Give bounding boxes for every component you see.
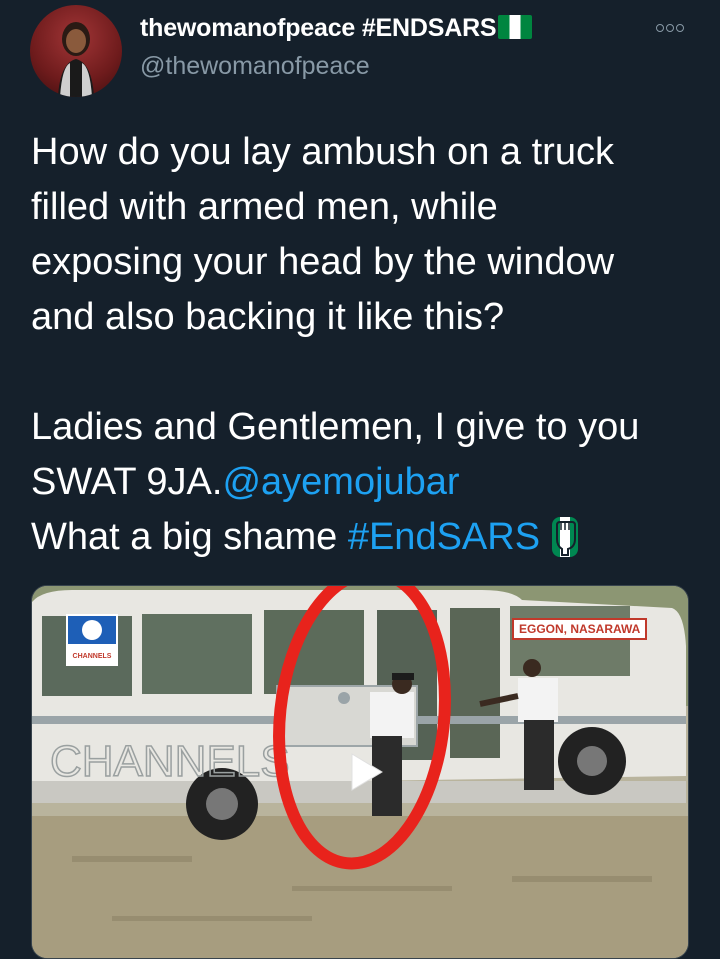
tweet-line: exposing your head by the window: [31, 241, 615, 283]
mention-link[interactable]: @ayemojubar: [222, 461, 459, 503]
author-display-name[interactable]: thewomanofpeace #ENDSARS: [140, 14, 533, 43]
tweet-line: and also backing it like this?: [31, 296, 505, 338]
tweet-line: How do you lay ambush on a truck: [31, 131, 614, 173]
tweet-line: Ladies and Gentlemen, I give to you: [31, 406, 640, 448]
play-icon[interactable]: [338, 746, 390, 798]
location-tag: EGGON, NASARAWA: [512, 618, 648, 640]
raised-fist-icon: [552, 517, 579, 557]
more-options-icon[interactable]: [656, 21, 690, 35]
author-avatar[interactable]: [30, 5, 122, 97]
watermark-text: CHANNELS: [50, 737, 290, 786]
tweet-line: filled with armed men, while: [31, 186, 498, 228]
tweet-text: How do you lay ambush on a truck filled …: [31, 125, 701, 565]
channel-logo-text: CHANNELS: [73, 653, 112, 660]
nigeria-flag-icon: [498, 15, 533, 39]
tweet-media-video[interactable]: CHANNELS CHANNELS EGGON, NASARAWA: [31, 585, 689, 959]
author-handle[interactable]: @thewomanofpeace: [140, 52, 370, 81]
channels-logo: CHANNELS: [66, 614, 118, 666]
tweet-text-segment: SWAT 9JA.: [31, 461, 223, 503]
tweet-line: SWAT 9JA.@ayemojubar: [31, 455, 701, 510]
hashtag-link[interactable]: #EndSARS: [348, 516, 540, 558]
avatar-image: [58, 22, 94, 97]
display-name-text: thewomanofpeace #ENDSARS: [140, 14, 497, 42]
tweet-text-segment: What a big shame: [31, 516, 348, 558]
tweet-line: What a big shame #EndSARS: [31, 510, 701, 565]
